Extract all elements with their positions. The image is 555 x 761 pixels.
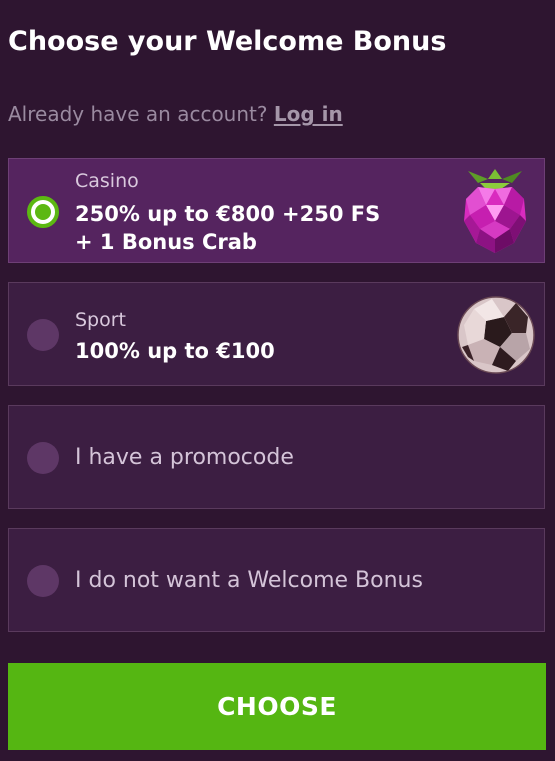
option-promocode-label: I have a promocode bbox=[75, 445, 294, 470]
option-casino-offer-line1: 250% up to €800 +250 FS bbox=[75, 202, 381, 226]
option-casino-offer-line2: + 1 Bonus Crab bbox=[75, 230, 257, 254]
radio-no-bonus[interactable] bbox=[27, 565, 59, 597]
account-prompt-text: Already have an account? bbox=[8, 102, 268, 126]
option-promocode[interactable]: I have a promocode bbox=[8, 405, 545, 509]
option-casino-label: Casino bbox=[75, 170, 139, 192]
option-sport-offer: 100% up to €100 bbox=[75, 339, 275, 363]
soccer-ball-icon bbox=[457, 296, 535, 374]
radio-sport[interactable] bbox=[27, 319, 59, 351]
option-casino[interactable]: Casino 250% up to €800 +250 FS + 1 Bonus… bbox=[8, 158, 545, 263]
radio-promocode[interactable] bbox=[27, 442, 59, 474]
option-no-bonus[interactable]: I do not want a Welcome Bonus bbox=[8, 528, 545, 632]
raspberry-gem-icon bbox=[464, 169, 526, 253]
radio-casino[interactable] bbox=[27, 196, 59, 228]
option-sport[interactable]: Sport 100% up to €100 bbox=[8, 282, 545, 386]
option-sport-label: Sport bbox=[75, 309, 127, 331]
option-no-bonus-label: I do not want a Welcome Bonus bbox=[75, 568, 423, 593]
login-link[interactable]: Log in bbox=[274, 102, 343, 126]
page-title: Choose your Welcome Bonus bbox=[8, 26, 447, 57]
choose-button[interactable]: CHOOSE bbox=[8, 663, 546, 750]
account-prompt-line: Already have an account? Log in bbox=[8, 102, 343, 126]
